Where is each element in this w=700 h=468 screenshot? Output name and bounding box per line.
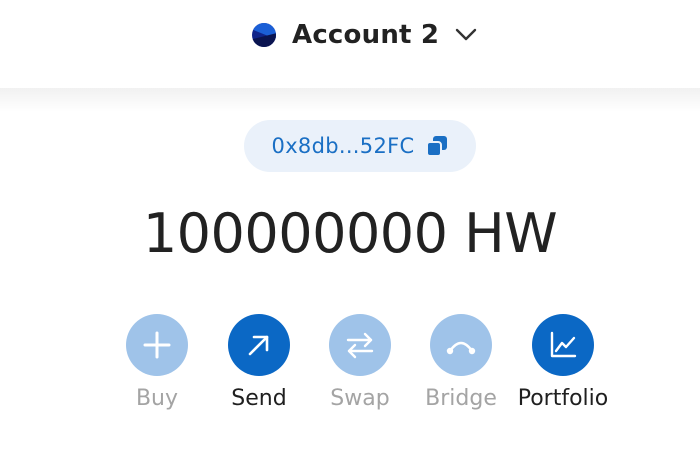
copy-address-button[interactable]: 0x8db...52FC — [244, 120, 476, 172]
account-selector[interactable]: Account 2 — [252, 16, 477, 54]
bridge-button[interactable]: Bridge — [406, 314, 516, 411]
action-bar: Buy Send Swap Bridge Portfolio — [0, 314, 700, 424]
account-name: Account 2 — [292, 20, 440, 50]
bridge-label: Bridge — [425, 386, 497, 411]
header-divider — [0, 88, 700, 112]
balance-amount: 100000000 HW — [142, 202, 558, 265]
copy-icon — [426, 135, 448, 157]
portfolio-label: Portfolio — [517, 386, 609, 411]
arrow-up-right-icon — [228, 314, 290, 376]
swap-label: Swap — [330, 386, 390, 411]
buy-label: Buy — [135, 386, 179, 411]
bridge-arc-icon — [430, 314, 492, 376]
send-label: Send — [231, 386, 287, 411]
chevron-down-icon — [455, 24, 477, 46]
account-avatar — [252, 23, 276, 47]
chart-line-icon — [532, 314, 594, 376]
swap-button[interactable]: Swap — [305, 314, 415, 411]
swap-arrows-icon — [329, 314, 391, 376]
buy-button[interactable]: Buy — [102, 314, 212, 411]
account-address: 0x8db...52FC — [271, 134, 415, 158]
portfolio-button[interactable]: Portfolio — [508, 314, 618, 411]
plus-icon — [126, 314, 188, 376]
header-bar: Account 2 — [0, 0, 700, 88]
send-button[interactable]: Send — [204, 314, 314, 411]
